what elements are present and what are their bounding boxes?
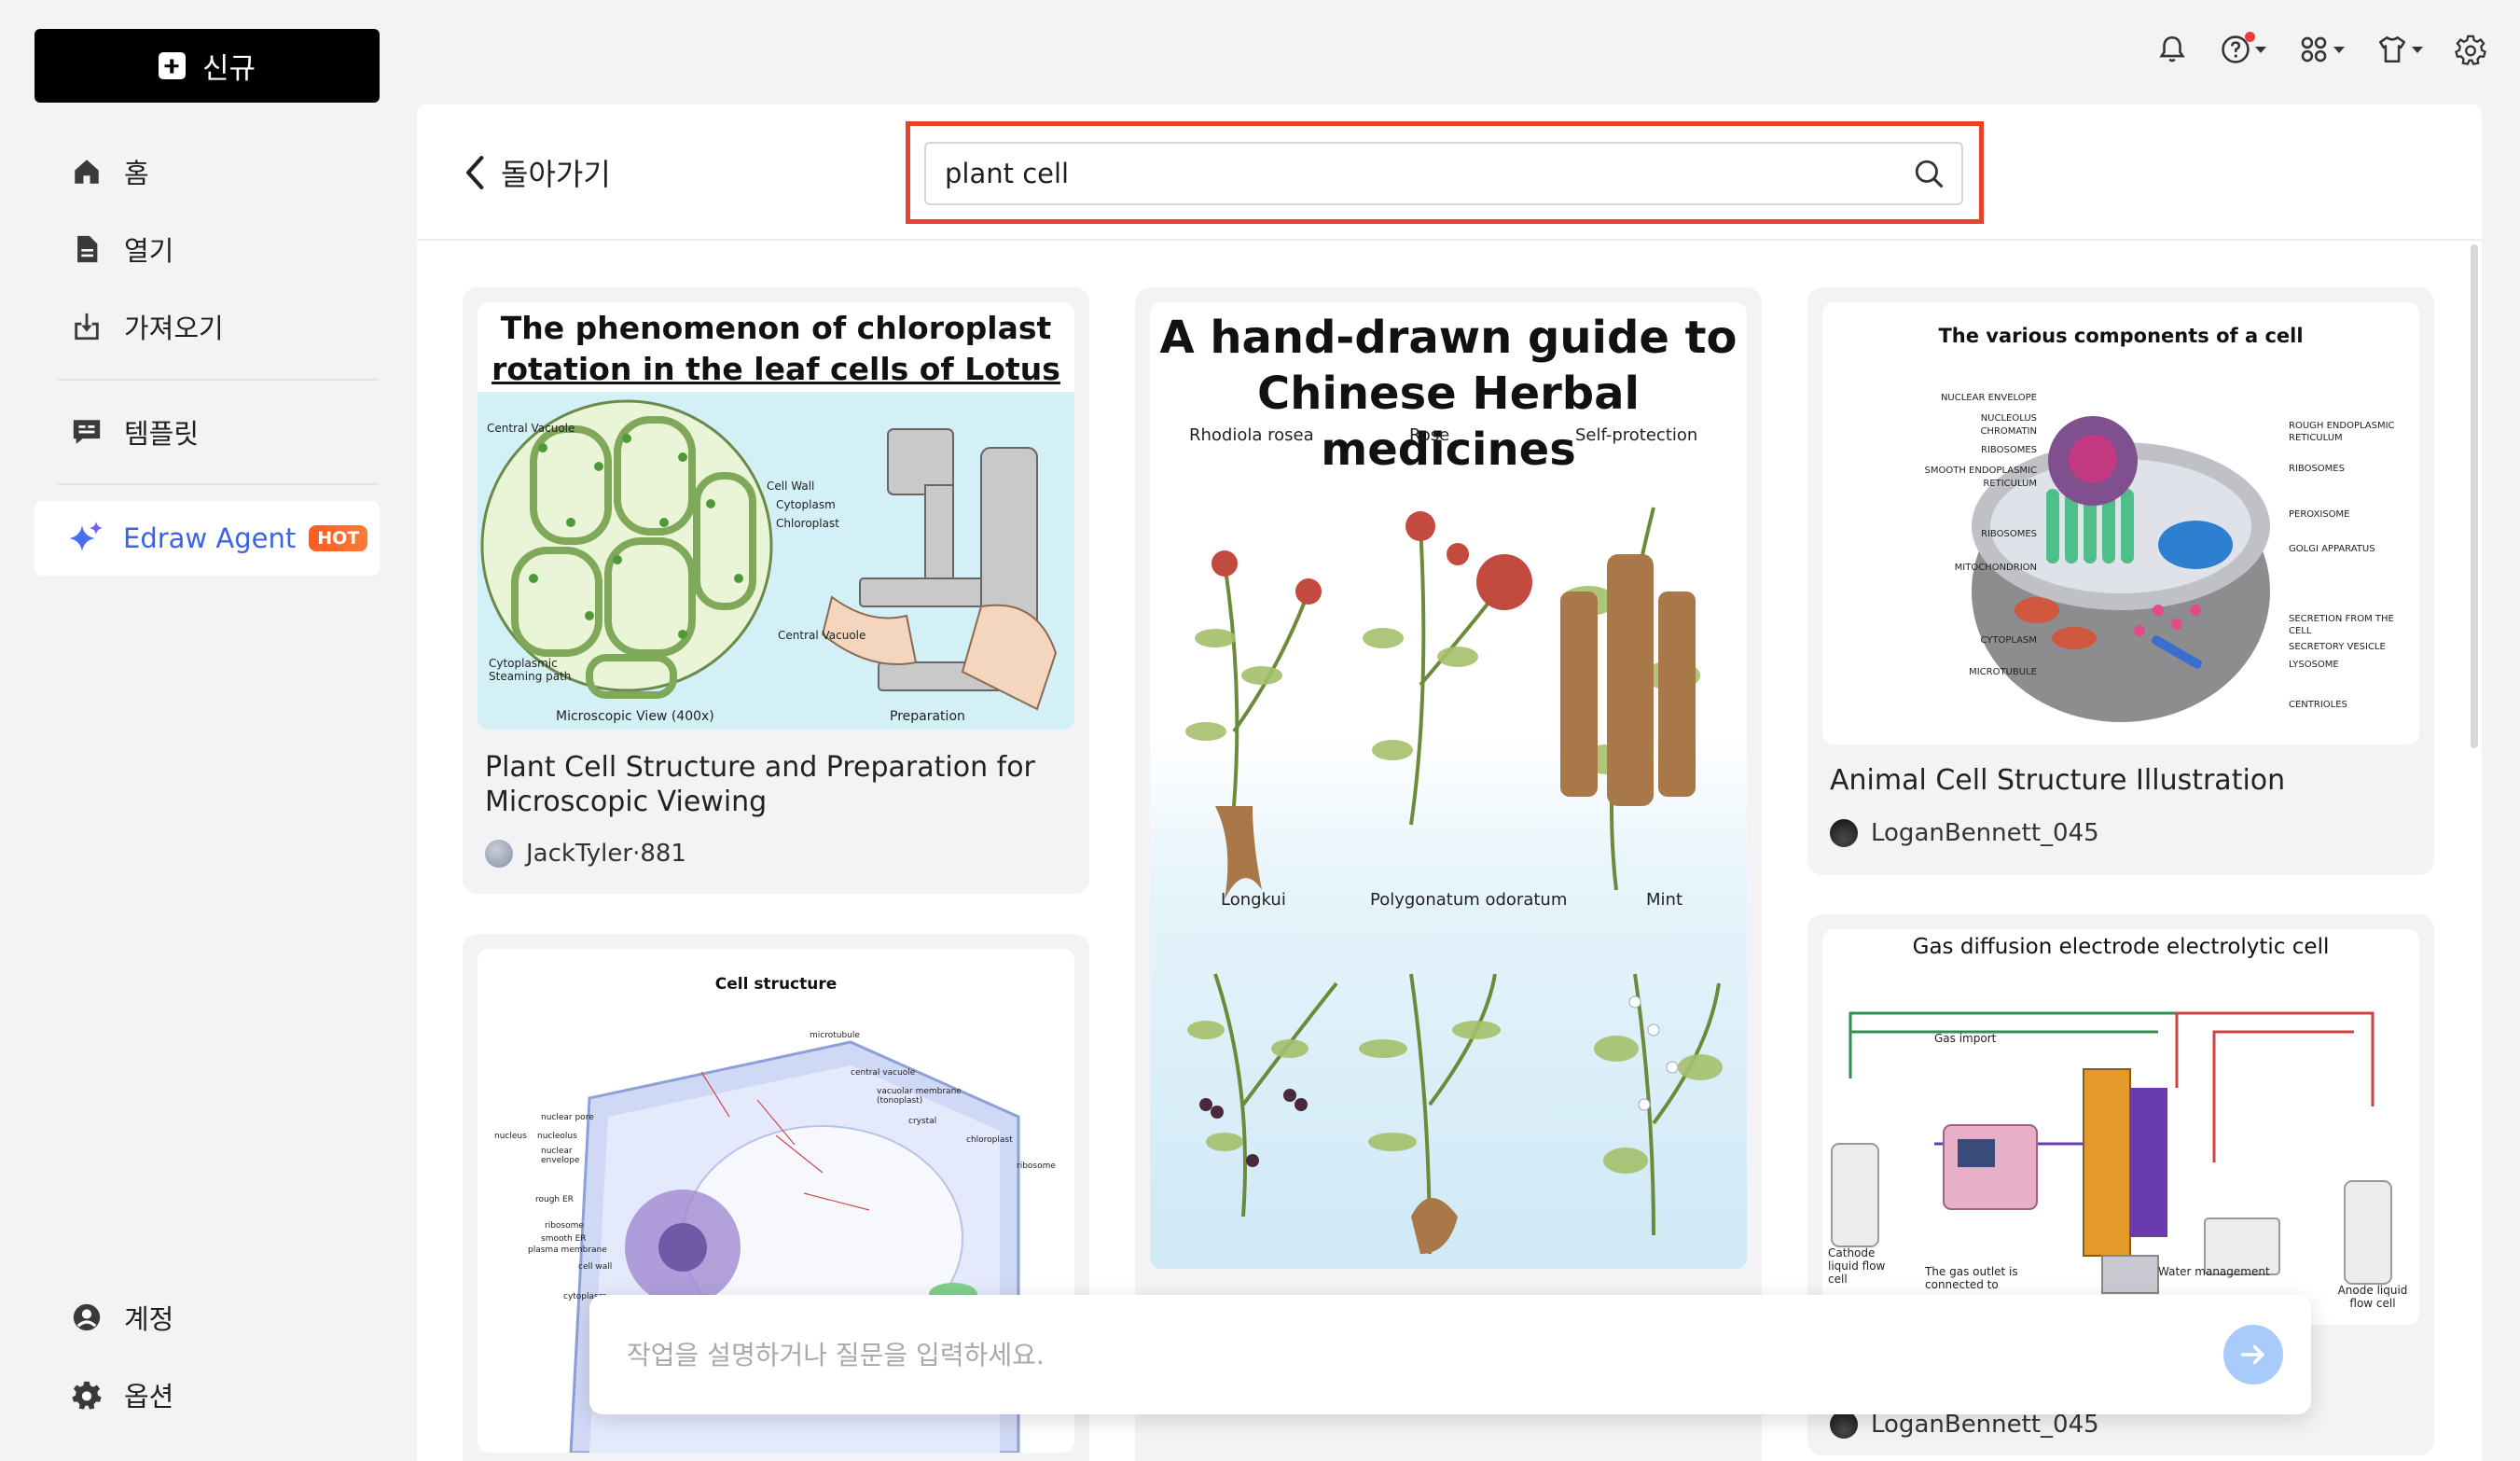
herbal-illustration (1185, 507, 1723, 1255)
shirt-icon (2378, 35, 2406, 63)
author-name: LoganBennett_045 (1871, 1411, 2099, 1439)
sidebar-item-templates[interactable]: 템플릿 (35, 402, 380, 462)
template-card[interactable]: The phenomenon of chloroplast rotation i… (463, 287, 1089, 894)
back-label: 돌아가기 (501, 157, 611, 192)
template-card[interactable]: A hand-drawn guide to Chinese Herbal med… (1135, 287, 1762, 1461)
card-author: LoganBennett_045 (1830, 819, 2099, 847)
template-icon (70, 415, 104, 449)
search-header: 돌아가기 (417, 104, 2482, 241)
back-button[interactable]: 돌아가기 (464, 151, 611, 194)
electrolytic-cell-illustration (1831, 1011, 2392, 1294)
template-card[interactable] (1135, 1439, 1762, 1461)
chevron-down-icon (2412, 46, 2423, 53)
avatar (1830, 1411, 1858, 1439)
plus-icon (158, 52, 186, 79)
edraw-agent-button[interactable]: Edraw Agent HOT (35, 501, 380, 576)
arrow-right-icon (2240, 1344, 2264, 1365)
sidebar-item-label: 홈 (124, 158, 149, 189)
sidebar-item-options[interactable]: 옵션 (35, 1365, 380, 1425)
account-icon (70, 1301, 104, 1334)
theme-button[interactable] (2376, 34, 2423, 65)
document-icon (70, 232, 104, 266)
notification-dot (2245, 32, 2255, 42)
card-thumbnail: The phenomenon of chloroplast rotation i… (478, 302, 1074, 730)
card-thumbnail: A hand-drawn guide to Chinese Herbal med… (1150, 302, 1747, 1269)
scrollbar[interactable] (2471, 244, 2478, 748)
search-icon[interactable] (1913, 158, 1945, 189)
thumbnail-heading: Cell structure (714, 975, 838, 994)
hot-badge: HOT (309, 525, 368, 551)
avatar (485, 840, 513, 868)
notifications-button[interactable] (2156, 34, 2188, 65)
card-title: Animal Cell Structure Illustration (1830, 764, 2286, 797)
help-button[interactable] (2220, 32, 2266, 65)
author-name: JackTyler·881 (526, 840, 686, 868)
avatar (1830, 819, 1858, 847)
thumbnail-heading: The various components of a cell (1938, 325, 2304, 347)
sidebar-item-label: 가져오기 (124, 313, 224, 344)
home-icon (70, 155, 104, 188)
right-labels: ROUGH ENDOPLASMIC RETICULUM RIBOSOMES PE… (2289, 421, 2395, 710)
import-icon (70, 310, 104, 343)
prompt-input[interactable] (627, 1339, 2223, 1371)
thumbnail-heading: Gas diffusion electrode electrolytic cel… (1912, 935, 2330, 959)
apps-icon (2301, 36, 2327, 63)
card-author: LoganBennett_045 (1830, 1411, 2099, 1439)
chevron-down-icon (2255, 46, 2266, 53)
settings-icon (2455, 35, 2486, 65)
sidebar-item-label: 템플릿 (124, 418, 200, 450)
sidebar-item-home[interactable]: 홈 (35, 142, 380, 202)
prompt-bar (589, 1295, 2311, 1414)
sidebar-item-open[interactable]: 열기 (35, 219, 380, 279)
sidebar-item-import[interactable]: 가져오기 (35, 297, 380, 356)
chevron-left-icon (466, 156, 484, 189)
card-author: JackTyler·881 (485, 840, 686, 868)
card-thumbnail: The various components of a cell NUCLEAR… (1822, 302, 2419, 744)
settings-button[interactable] (2455, 34, 2486, 65)
card-thumbnail: Gas diffusion electrode electrolytic cel… (1822, 929, 2419, 1325)
apps-button[interactable] (2298, 34, 2345, 65)
left-labels: NUCLEAR ENVELOPE NUCLEOLUS CHROMATIN RIB… (1924, 393, 2037, 677)
author-name: LoganBennett_045 (1871, 819, 2099, 847)
search-input[interactable] (945, 158, 1913, 189)
sidebar-divider (58, 379, 379, 381)
sidebar: 신규 홈 열기 가져오기 템플릿 Edraw Agent HOT 계정 옵션 (0, 0, 416, 1461)
card-title: Plant Cell Structure and Preparation for… (485, 751, 1035, 818)
new-button[interactable]: 신규 (35, 29, 380, 103)
send-button[interactable] (2223, 1325, 2283, 1384)
bell-icon (2159, 35, 2185, 63)
template-card[interactable]: The various components of a cell NUCLEAR… (1807, 287, 2434, 875)
sparkle-icon (69, 522, 103, 551)
main-panel: 돌아가기 The phenomenon of chloroplast rotat… (417, 104, 2482, 1461)
sidebar-item-label: 열기 (124, 235, 174, 267)
sidebar-item-account[interactable]: 계정 (35, 1287, 380, 1347)
new-button-label: 신규 (201, 52, 256, 86)
chevron-down-icon (2333, 46, 2345, 53)
edraw-agent-label: Edraw Agent (123, 522, 297, 554)
gear-icon (70, 1378, 104, 1412)
sidebar-divider (58, 483, 379, 485)
search-box[interactable] (924, 142, 1963, 205)
sidebar-item-label: 옵션 (124, 1381, 174, 1412)
sidebar-item-label: 계정 (124, 1303, 174, 1335)
top-toolbar (2156, 32, 2486, 65)
